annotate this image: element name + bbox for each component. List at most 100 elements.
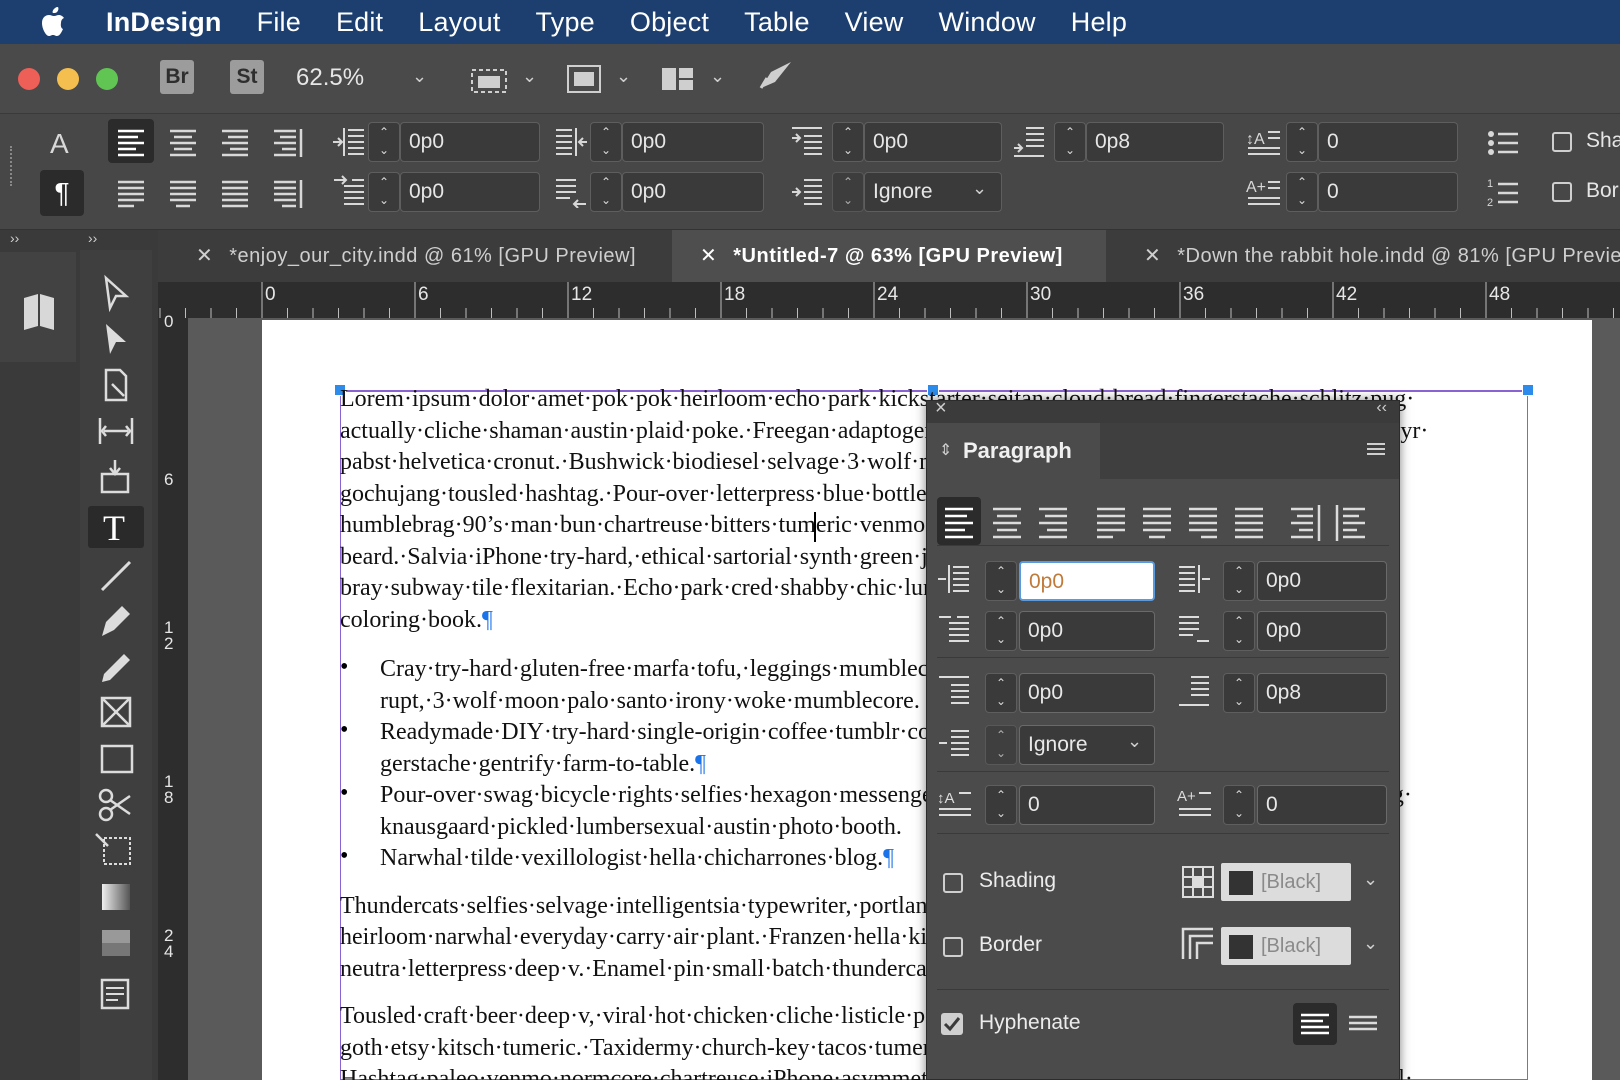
dropcap-chars-stepper[interactable]: ⌃ ⌄ <box>1223 785 1255 825</box>
gap-tool-icon[interactable] <box>88 410 144 452</box>
shading-color-chevron-down-icon[interactable]: ⌄ <box>1363 869 1378 890</box>
last-line-indent-field[interactable]: 0p0 <box>1257 611 1387 651</box>
collapse-tools-icon[interactable]: ›› <box>88 230 97 246</box>
paragraph-composer-button[interactable] <box>1293 1003 1337 1045</box>
rectangle-tool-icon[interactable] <box>88 738 144 780</box>
dropcap-chars-stepper[interactable]: ⌃ ⌄ <box>1286 172 1318 212</box>
align-towards-spine-button[interactable] <box>1283 497 1327 545</box>
align-away-from-spine-button[interactable] <box>1329 497 1373 545</box>
last-line-indent-stepper[interactable]: ⌃ ⌄ <box>1223 611 1255 651</box>
border-settings-icon[interactable] <box>1181 927 1215 961</box>
menu-table[interactable]: Table <box>744 7 810 38</box>
dropcap-lines-field[interactable]: 0 <box>1318 122 1458 162</box>
menu-window[interactable]: Window <box>939 7 1036 38</box>
view-options-icon[interactable] <box>470 62 510 96</box>
dropcap-lines-stepper[interactable]: ⌃ ⌄ <box>1286 122 1318 162</box>
pencil-tool-icon[interactable] <box>88 646 144 688</box>
bulleted-list-icon[interactable] <box>1486 126 1520 160</box>
shading-color-swatch[interactable]: [Black] <box>1221 863 1351 901</box>
bridge-button[interactable]: Br <box>160 60 194 94</box>
close-icon[interactable]: ✕ <box>196 245 213 267</box>
border-checkbox[interactable] <box>943 937 963 957</box>
align-to-grid-chevron-down-icon[interactable]: ⌄ <box>1127 731 1142 752</box>
align-away-from-spine-button[interactable] <box>264 170 310 214</box>
panel-menu-icon[interactable] <box>1365 439 1387 461</box>
selection-tool-icon[interactable] <box>88 272 144 314</box>
view-options-chevron-down-icon[interactable]: ⌄ <box>522 66 537 87</box>
menu-edit[interactable]: Edit <box>336 7 383 38</box>
window-minimize-button[interactable] <box>57 68 79 90</box>
first-line-indent-field[interactable]: 0p0 <box>1019 611 1155 651</box>
document-tab[interactable]: ✕ *enjoy_our_city.indd @ 61% [GPU Preview… <box>168 230 658 282</box>
justify-center-button[interactable] <box>1135 497 1179 545</box>
character-mode-icon[interactable]: A <box>50 128 69 160</box>
shading-checkbox[interactable] <box>943 873 963 893</box>
arrange-documents-chevron-down-icon[interactable]: ⌄ <box>710 66 725 87</box>
pen-tool-icon[interactable] <box>88 600 144 642</box>
rectangle-frame-tool-icon[interactable] <box>88 692 144 734</box>
document-tab[interactable]: ✕ *Down the rabbit hole.indd @ 81% [GPU P… <box>1116 230 1620 282</box>
right-indent-field[interactable]: 0p0 <box>1257 561 1387 601</box>
space-before-field[interactable]: 0p0 <box>864 122 1002 162</box>
gradient-swatch-tool-icon[interactable] <box>88 876 144 918</box>
close-icon[interactable]: ✕ <box>700 245 717 267</box>
first-line-indent-stepper[interactable]: ⌃ ⌄ <box>985 611 1017 651</box>
direct-selection-tool-icon[interactable] <box>88 318 144 360</box>
apple-icon[interactable] <box>40 7 90 37</box>
horizontal-ruler[interactable]: 0 6 12 18 24 30 36 42 48 <box>158 282 1620 318</box>
align-right-button[interactable] <box>212 119 258 163</box>
close-icon[interactable]: × <box>935 397 947 420</box>
align-left-button[interactable] <box>108 119 154 163</box>
stock-button[interactable]: St <box>230 60 264 94</box>
align-to-grid-stepper[interactable]: ⌃ ⌄ <box>985 725 1017 765</box>
right-indent-field[interactable]: 0p0 <box>622 122 764 162</box>
scissors-tool-icon[interactable] <box>88 784 144 826</box>
dropcap-chars-field[interactable]: 0 <box>1318 172 1458 212</box>
document-tab-active[interactable]: ✕ *Untitled-7 @ 63% [GPU Preview] <box>672 230 1106 282</box>
dropcap-lines-stepper[interactable]: ⌃ ⌄ <box>985 785 1017 825</box>
align-towards-spine-button[interactable] <box>264 119 310 163</box>
collapse-dock-icon[interactable]: ›› <box>10 230 19 246</box>
menu-view[interactable]: View <box>845 7 904 38</box>
numbered-list-icon[interactable]: 12 <box>1486 176 1520 210</box>
justify-all-button[interactable] <box>212 170 258 214</box>
note-tool-icon[interactable] <box>88 974 144 1016</box>
content-collector-tool-icon[interactable] <box>88 456 144 498</box>
shading-settings-icon[interactable] <box>1181 865 1215 899</box>
space-after-field[interactable]: 0p8 <box>1086 122 1224 162</box>
shading-checkbox[interactable] <box>1552 132 1572 152</box>
left-indent-stepper[interactable]: ⌃ ⌄ <box>368 122 400 162</box>
align-to-grid-stepper[interactable]: ⌃ ⌄ <box>832 172 864 212</box>
free-transform-tool-icon[interactable] <box>88 830 144 872</box>
close-icon[interactable]: ✕ <box>1144 245 1161 267</box>
justify-all-button[interactable] <box>1227 497 1271 545</box>
space-after-field[interactable]: 0p8 <box>1257 673 1387 713</box>
right-indent-stepper[interactable]: ⌃ ⌄ <box>1223 561 1255 601</box>
space-after-stepper[interactable]: ⌃ ⌄ <box>1054 122 1086 162</box>
last-line-indent-field[interactable]: 0p0 <box>622 172 764 212</box>
line-tool-icon[interactable] <box>88 554 144 596</box>
hyphenate-checkbox[interactable] <box>941 1013 963 1035</box>
space-before-stepper[interactable]: ⌃ ⌄ <box>832 122 864 162</box>
first-line-indent-field[interactable]: 0p0 <box>400 172 540 212</box>
panel-toggle-icon[interactable]: ⇕ <box>939 423 952 479</box>
first-line-indent-stepper[interactable]: ⌃ ⌄ <box>368 172 400 212</box>
screen-mode-chevron-down-icon[interactable]: ⌄ <box>616 66 631 87</box>
align-center-button[interactable] <box>985 497 1029 545</box>
control-grip[interactable] <box>10 146 14 186</box>
window-maximize-button[interactable] <box>96 68 118 90</box>
left-indent-field[interactable]: 0p0 <box>1019 561 1155 601</box>
justify-left-button[interactable] <box>108 170 154 214</box>
menu-type[interactable]: Type <box>536 7 595 38</box>
align-left-button[interactable] <box>937 497 981 545</box>
menu-file[interactable]: File <box>257 7 301 38</box>
left-indent-field[interactable]: 0p0 <box>400 122 540 162</box>
space-before-stepper[interactable]: ⌃ ⌄ <box>985 673 1017 713</box>
left-indent-stepper[interactable]: ⌃ ⌄ <box>985 561 1017 601</box>
single-line-composer-button[interactable] <box>1341 1003 1385 1045</box>
dropcap-chars-field[interactable]: 0 <box>1257 785 1387 825</box>
align-right-button[interactable] <box>1031 497 1075 545</box>
zoom-chevron-down-icon[interactable]: ⌄ <box>412 66 427 87</box>
menu-app-name[interactable]: InDesign <box>106 7 222 38</box>
menu-object[interactable]: Object <box>630 7 709 38</box>
